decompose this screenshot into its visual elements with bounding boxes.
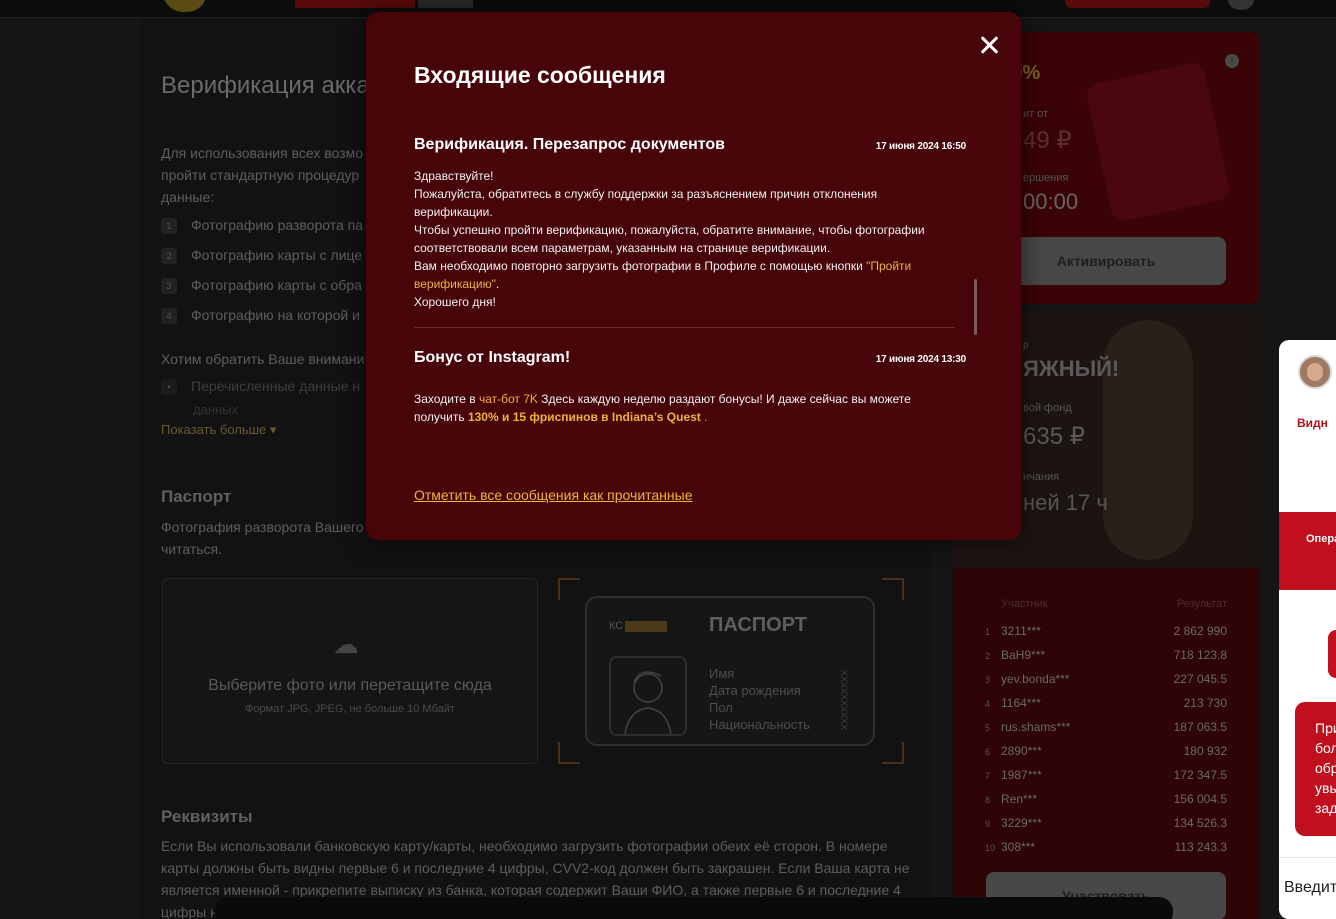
chat-header-text: Видн [1297,416,1328,430]
chat-message: При бол обра увы заде [1295,702,1336,836]
message-date: 17 июня 2024 13:30 [875,354,966,365]
verification-link[interactable]: "Пройти [866,259,911,273]
bonus-link[interactable]: 130% и 15 фриспинов в Indiana’s Quest [468,410,701,424]
support-chat-widget: Видн Опера При бол обра увы заде Введит [1279,340,1336,919]
message-list[interactable]: Верификация. Перезапрос документов 17 ию… [414,124,966,464]
message-body: Заходите в чат-бот 7K Здесь каждую недел… [414,392,911,424]
modal-title: Входящие сообщения [414,62,666,88]
verification-link[interactable]: верификацию" [414,277,496,291]
chat-bot-link[interactable]: чат-бот 7K [479,392,538,406]
operator-avatar [1298,355,1332,389]
chat-operator-band: Опера [1279,512,1336,590]
message-date: 17 июня 2024 16:50 [875,141,966,152]
chat-input[interactable]: Введит [1279,857,1336,919]
close-icon[interactable] [975,31,1003,59]
mark-all-read-link[interactable]: Отметить все сообщения как прочитанные [414,487,693,503]
message-body: Здравствуйте! Пожалуйста, обратитесь в с… [414,169,925,309]
message-title: Бонус от Instagram! [414,349,571,366]
chat-button[interactable] [1328,630,1336,678]
message-divider [414,327,955,328]
message-list-scrollbar[interactable] [974,279,977,335]
inbox-modal: Входящие сообщения Верификация. Перезапр… [366,12,1021,540]
message-title: Верификация. Перезапрос документов [414,136,726,153]
